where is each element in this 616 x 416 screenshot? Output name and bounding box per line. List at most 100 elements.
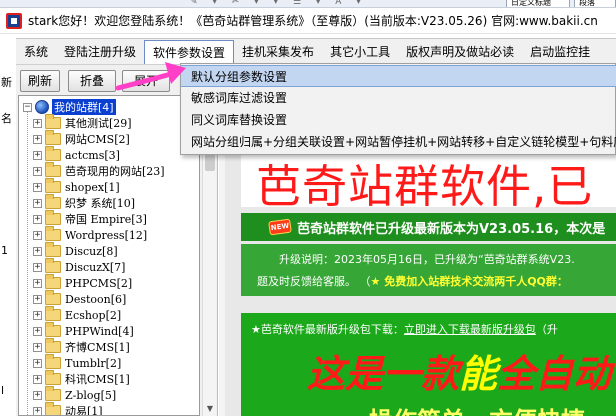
- menu-copyright[interactable]: 版权声明及做站必读: [398, 39, 522, 64]
- expand-icon[interactable]: +: [33, 134, 42, 144]
- folder-icon: [45, 322, 61, 337]
- folder-icon: [45, 306, 61, 321]
- download-link[interactable]: 立即进入下载最新版升级包: [404, 323, 536, 336]
- expand-icon[interactable]: +: [33, 406, 42, 415]
- tree-node[interactable]: + 科讯CMS[1]: [33, 370, 130, 387]
- parent-toolbar-icons: ✎ ▾ ✂ ▾ ▾ ☰ ▾ A ▾: [190, 0, 367, 7]
- tree-node-label: 齐博CMS[1]: [65, 341, 130, 354]
- download-box: ★芭奇软件最新版升级包下载：立即进入下载最新版升级包（升 这是一款能全自动 操作…: [241, 313, 616, 416]
- expand-icon[interactable]: +: [33, 182, 42, 192]
- menu-software-settings[interactable]: 软件参数设置: [144, 40, 235, 64]
- collapse-button[interactable]: 折叠: [68, 70, 116, 92]
- tree-node[interactable]: + 网站CMS[2]: [33, 130, 130, 147]
- folder-icon: [45, 290, 61, 305]
- sliver-char: 新: [1, 76, 12, 89]
- tree-node-label: Tumblr[2]: [65, 356, 122, 370]
- app-logo-icon: [6, 12, 22, 29]
- tree-node-label: actcms[3]: [65, 148, 120, 162]
- main-menubar: 系统 登陆注册升级 软件参数设置 挂机采集发布 其它小工具 版权声明及做站必读 …: [16, 38, 616, 65]
- tree-node-label: 帝国 Empire[3]: [65, 213, 147, 226]
- expand-icon[interactable]: +: [33, 294, 42, 304]
- menu-group-association[interactable]: 网站分组归属+分组关联设置+网站暂停挂机+网站转移+自定义链轮模型+句料库: [181, 131, 616, 153]
- tree-node[interactable]: + Discuz[8]: [33, 242, 118, 259]
- tree-node[interactable]: + PHPCMS[2]: [33, 274, 133, 291]
- expand-icon[interactable]: +: [33, 278, 42, 288]
- expand-icon[interactable]: +: [33, 230, 42, 240]
- expand-icon[interactable]: +: [33, 246, 42, 256]
- scroll-down-icon[interactable]: ▼: [203, 402, 217, 416]
- tree-node[interactable]: + 芭奇现用的网站[23]: [33, 162, 165, 179]
- expand-icon[interactable]: +: [33, 262, 42, 272]
- parent-paragraph-box[interactable]: 段落: [574, 0, 616, 7]
- expand-icon[interactable]: +: [33, 342, 42, 352]
- tree-node[interactable]: + 织梦 系统[10]: [33, 194, 136, 211]
- qq-group-text[interactable]: ★ 免费加入站群技术交流两千人QQ群：: [371, 275, 568, 288]
- info-line2-text: 题及时反馈给客服。 （: [257, 275, 371, 288]
- tree-node[interactable]: + Ecshop[2]: [33, 306, 121, 323]
- tree-root[interactable]: − 我的站群[4]: [23, 99, 116, 115]
- expand-icon[interactable]: +: [33, 214, 42, 224]
- expand-icon[interactable]: +: [33, 390, 42, 400]
- menu-default-group-settings[interactable]: 默认分组参数设置: [181, 65, 616, 87]
- tree-node[interactable]: + PHPWind[4]: [33, 322, 134, 339]
- tree-node[interactable]: + Tumblr[2]: [33, 354, 122, 371]
- upgrade-banner[interactable]: NEW 芭奇站群软件已升级最新版本为V23.05.16，本次是: [241, 213, 616, 241]
- tree-node[interactable]: + 其他测试[29]: [33, 114, 132, 131]
- tree-node[interactable]: + 帝国 Empire[3]: [33, 210, 147, 227]
- expand-icon[interactable]: +: [33, 374, 42, 384]
- slogan-part-a: 这是一款: [307, 352, 460, 396]
- folder-icon: [45, 386, 61, 401]
- menu-system[interactable]: 系统: [16, 39, 56, 64]
- tree-node[interactable]: + Destoon[6]: [33, 290, 127, 307]
- folder-icon: [45, 130, 61, 145]
- expand-icon[interactable]: +: [33, 150, 42, 160]
- settings-dropdown-menu: 默认分组参数设置 敏感词库过滤设置 同义词库替换设置 网站分组归属+分组关联设置…: [180, 63, 616, 155]
- slogan-subtitle: 操作简单，方便快捷: [369, 401, 585, 416]
- tree-node-label: shopex[1]: [65, 180, 120, 194]
- tree-node-label: Destoon[6]: [65, 292, 127, 306]
- tree-node-label: 织梦 系统[10]: [65, 197, 136, 210]
- collapse-icon[interactable]: −: [23, 102, 32, 112]
- expand-button[interactable]: 展开: [122, 70, 170, 92]
- folder-icon: [45, 210, 61, 225]
- menu-start-monitor[interactable]: 启动监控挂: [522, 39, 598, 64]
- tree-node[interactable]: + 齐博CMS[1]: [33, 338, 130, 355]
- folder-icon: [45, 402, 61, 415]
- folder-icon: [45, 114, 61, 129]
- tree-node[interactable]: + actcms[3]: [33, 146, 120, 163]
- menu-sensitive-word-filter[interactable]: 敏感词库过滤设置: [181, 87, 616, 109]
- expand-icon[interactable]: +: [33, 118, 42, 128]
- parent-toolbar-strip: ✎ ▾ ✂ ▾ ▾ ☰ ▾ A ▾ 日定义标题 段落: [0, 0, 616, 8]
- window-titlebar[interactable]: stark您好！欢迎您登陆系统！《芭奇站群管理系统》（至尊版）(当前版本:V23…: [0, 8, 616, 34]
- tree-node[interactable]: + Wordpress[12]: [33, 226, 148, 243]
- tree-node[interactable]: + Z-blog[5]: [33, 386, 117, 403]
- expand-icon[interactable]: +: [33, 326, 42, 336]
- menu-login-register[interactable]: 登陆注册升级: [56, 39, 144, 64]
- expand-icon[interactable]: +: [33, 310, 42, 320]
- menu-other-tools[interactable]: 其它小工具: [322, 39, 398, 64]
- folder-icon: [45, 178, 61, 193]
- tree-node-label: Z-blog[5]: [65, 388, 117, 402]
- globe-icon: [35, 100, 49, 114]
- refresh-button[interactable]: 刷新: [20, 70, 60, 92]
- folder-icon: [45, 354, 61, 369]
- parent-window-sliver: 新 名 1 l: [0, 34, 16, 416]
- folder-icon: [45, 162, 61, 177]
- folder-icon: [45, 274, 61, 289]
- tree-node-label: PHPCMS[2]: [65, 276, 133, 290]
- menu-synonym-replace[interactable]: 同义词库替换设置: [181, 109, 616, 131]
- tree-root-label: 我的站群[4]: [52, 99, 116, 115]
- tree-node[interactable]: + 动易[1]: [33, 402, 103, 415]
- parent-style-box[interactable]: 日定义标题: [506, 0, 570, 7]
- tree-node-label: Discuz[8]: [65, 244, 118, 258]
- tree-node[interactable]: + shopex[1]: [33, 178, 120, 195]
- slogan-part-c: 全自动: [497, 352, 612, 396]
- expand-icon[interactable]: +: [33, 358, 42, 368]
- tree-node[interactable]: + DiscuzX[7]: [33, 258, 125, 275]
- tree-node-label: Wordpress[12]: [65, 228, 148, 242]
- menu-auto-collect-publish[interactable]: 挂机采集发布: [234, 39, 322, 64]
- expand-icon[interactable]: +: [33, 198, 42, 208]
- site-tree[interactable]: − 我的站群[4] + 其他测试[29] + 网站CMS[2] + actcms[3] + 芭…: [18, 95, 200, 416]
- folder-icon: [45, 242, 61, 257]
- expand-icon[interactable]: +: [33, 166, 42, 176]
